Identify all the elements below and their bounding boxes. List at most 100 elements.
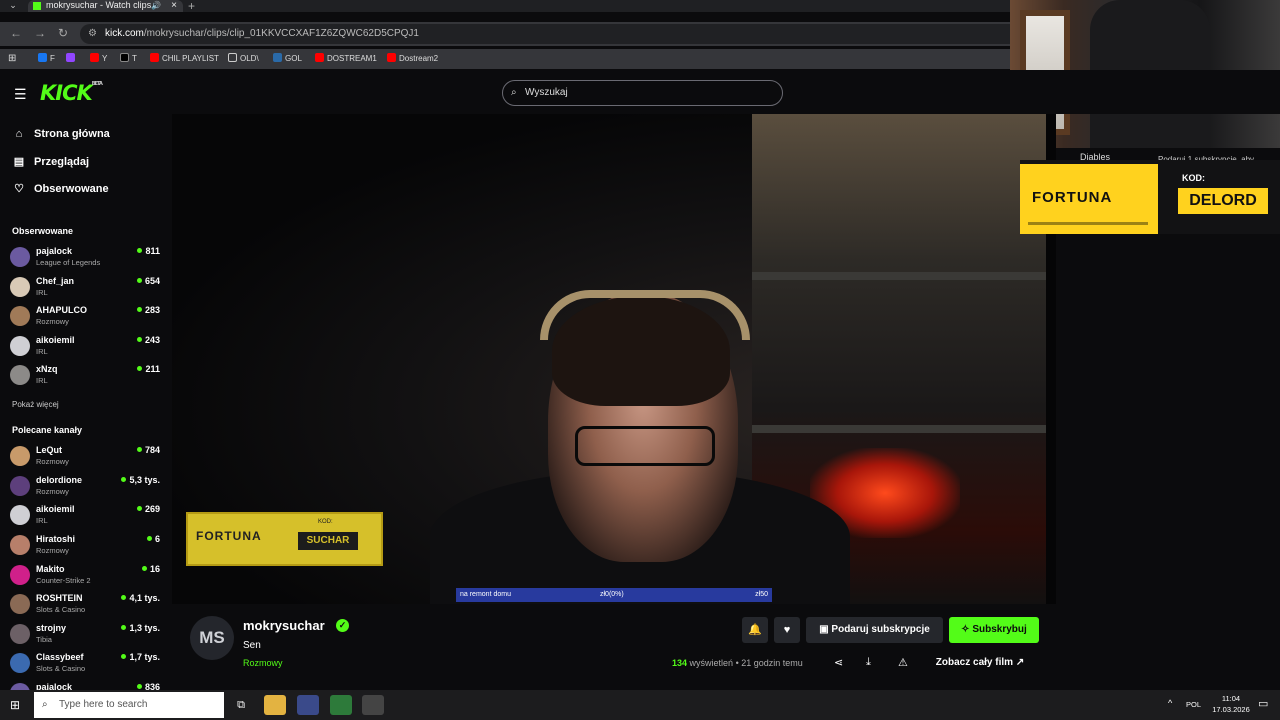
gift-subscription-button[interactable]: ▣ Podaruj subskrypcje	[806, 617, 943, 643]
bookmark-dostream2[interactable]: Dostream2	[387, 53, 438, 65]
recommended-channel[interactable]: delordione Rozmowy 5,3 tys.	[10, 475, 160, 503]
recommended-channel[interactable]: Makito Counter-Strike 2 16	[10, 564, 160, 592]
tray-chevron-icon[interactable]: ^	[1168, 698, 1172, 708]
report-icon[interactable]: ⚠	[898, 656, 908, 669]
recommended-channel[interactable]: LeQut Rozmowy 784	[10, 445, 160, 473]
followed-channel[interactable]: xNzq IRL 211	[10, 364, 160, 392]
bookmark-dostream1[interactable]: DOSTREAM1	[315, 53, 377, 65]
heart-icon: ♡	[14, 183, 24, 195]
avatar	[10, 365, 30, 385]
forward-icon[interactable]: →	[34, 26, 46, 40]
fortuna-ad: FORTUNA KOD: DELORD	[1020, 160, 1280, 234]
system-clock[interactable]: 11:04 17.03.2026	[1208, 693, 1254, 715]
followed-channel[interactable]: pajalock League of Legends 811	[10, 246, 160, 274]
gift-icon: ▣	[819, 624, 832, 635]
browse-icon: ▤	[13, 156, 25, 168]
nav-following[interactable]: ♡ Obserwowane	[12, 182, 109, 195]
avatar	[10, 446, 30, 466]
home-icon: ⌂	[15, 128, 23, 140]
site-info-icon[interactable]: ⚙	[88, 24, 97, 44]
avatar	[10, 594, 30, 614]
task-view-icon[interactable]: ⧉	[230, 695, 252, 715]
follow-heart-button[interactable]: ♥	[774, 617, 800, 643]
followed-channel[interactable]: aikoiemil IRL 243	[10, 335, 160, 363]
followed-section-title: Obserwowane	[12, 226, 74, 236]
glasses	[575, 426, 715, 466]
avatar	[10, 476, 30, 496]
bookmark-f[interactable]: F	[38, 53, 55, 65]
nav-home[interactable]: ⌂ Strona główna	[12, 128, 110, 140]
new-tab-button[interactable]: +	[188, 0, 195, 13]
bookmark-gol[interactable]: GOL	[273, 53, 302, 65]
search-input[interactable]: ⌕ Wyszukaj	[502, 80, 783, 106]
star-icon: ✧	[961, 624, 973, 635]
followed-channel[interactable]: AHAPULCO Rozmowy 283	[10, 305, 160, 333]
shelf	[752, 425, 1046, 433]
tab-title: mokrysuchar - Watch clips	[46, 0, 152, 10]
recommended-channel[interactable]: Hiratoshi Rozmowy 6	[10, 534, 160, 562]
discord-icon[interactable]	[297, 695, 319, 715]
clip-title: Sen	[243, 640, 261, 651]
obs-icon[interactable]	[362, 695, 384, 715]
bookmark-twitch[interactable]	[66, 53, 78, 65]
kick-favicon-icon	[33, 2, 41, 10]
language-indicator[interactable]: POL	[1186, 700, 1201, 709]
shelf	[752, 272, 1046, 280]
external-link-icon: ↗	[1015, 657, 1025, 668]
recommended-channel[interactable]: strojny Tibia 1,3 tys.	[10, 623, 160, 651]
avatar	[10, 683, 30, 690]
apps-grid-icon[interactable]: ⊞	[8, 53, 16, 65]
clip-stats: 134 wyświetleń • 21 godzin temu	[672, 658, 803, 668]
bookmark-chil-playlist[interactable]: CHIL PLAYLIST	[150, 53, 219, 65]
channel-avatar[interactable]: MS	[190, 616, 234, 660]
avatar	[10, 277, 30, 297]
search-icon: ⌕	[42, 699, 48, 710]
show-more-link[interactable]: Pokaż więcej	[12, 400, 59, 409]
beta-badge: BETA	[91, 81, 103, 87]
taskbar-search[interactable]: ⌕ Type here to search	[34, 692, 224, 718]
donation-goal-bar: na remont domu zł0(0%) zł50	[456, 588, 772, 602]
avatar	[10, 505, 30, 525]
kick-logo[interactable]: KICKBETA	[40, 81, 103, 105]
fine-print	[1028, 222, 1148, 225]
avatar	[10, 565, 30, 585]
watch-full-video-button[interactable]: Zobacz cały film ↗	[921, 652, 1039, 674]
avatar	[10, 624, 30, 644]
bookmark-t[interactable]: T	[120, 53, 137, 65]
followed-channel[interactable]: Chef_jan IRL 654	[10, 276, 160, 304]
chrome-icon[interactable]	[330, 695, 352, 715]
recommended-section-title: Polecane kanały	[12, 425, 83, 435]
avatar	[10, 535, 30, 555]
address-bar[interactable]: ⚙ kick.com/mokrysuchar/clips/clip_01KKVC…	[80, 24, 1010, 44]
browser-tab[interactable]: mokrysuchar - Watch clips 🔊 ×	[28, 0, 183, 12]
file-explorer-icon[interactable]	[264, 695, 286, 715]
subscribe-button[interactable]: ✧ Subskrybuj	[949, 617, 1039, 643]
clip-category[interactable]: Rozmowy	[243, 658, 283, 668]
search-placeholder: Wyszukaj	[525, 87, 568, 98]
close-tab-icon[interactable]: ×	[171, 0, 177, 11]
bookmark-old-folder[interactable]: OLD\	[228, 53, 259, 65]
reload-icon[interactable]: ↻	[58, 26, 68, 40]
avatar	[10, 336, 30, 356]
notification-bell-button[interactable]: 🔔	[742, 617, 768, 643]
back-icon[interactable]: ←	[10, 26, 22, 40]
fortuna-video-banner: FORTUNA KOD: SUCHAR	[186, 512, 383, 566]
nav-browse[interactable]: ▤ Przeglądaj	[12, 155, 89, 168]
recommended-channel[interactable]: pajalock 836	[10, 682, 160, 690]
channel-name[interactable]: mokrysuchar	[243, 618, 325, 633]
windows-start-icon[interactable]: ⊞	[10, 698, 20, 712]
share-icon[interactable]: ⋖	[834, 656, 843, 669]
tab-list-chevron-icon[interactable]: ⌄	[4, 0, 22, 12]
notification-icon[interactable]: ▭	[1258, 697, 1268, 710]
recommended-channel[interactable]: ROSHTEIN Slots & Casino 4,1 tys.	[10, 593, 160, 621]
fortuna-ad-panel: FORTUNA	[1020, 164, 1158, 234]
speaker-icon[interactable]: 🔊	[151, 0, 161, 11]
bookmark-y[interactable]: Y	[90, 53, 107, 65]
recommended-channel[interactable]: aikoiemil IRL 269	[10, 504, 160, 532]
url-domain: kick.com	[105, 28, 144, 39]
download-icon[interactable]: ⤓	[866, 656, 871, 669]
avatar	[10, 247, 30, 267]
recommended-channel[interactable]: Classybeef Slots & Casino 1,7 tys.	[10, 652, 160, 680]
menu-icon[interactable]: ☰	[14, 86, 27, 103]
url-path: /mokrysuchar/clips/clip_01KKVCCXAF1Z6ZQW…	[143, 28, 419, 39]
